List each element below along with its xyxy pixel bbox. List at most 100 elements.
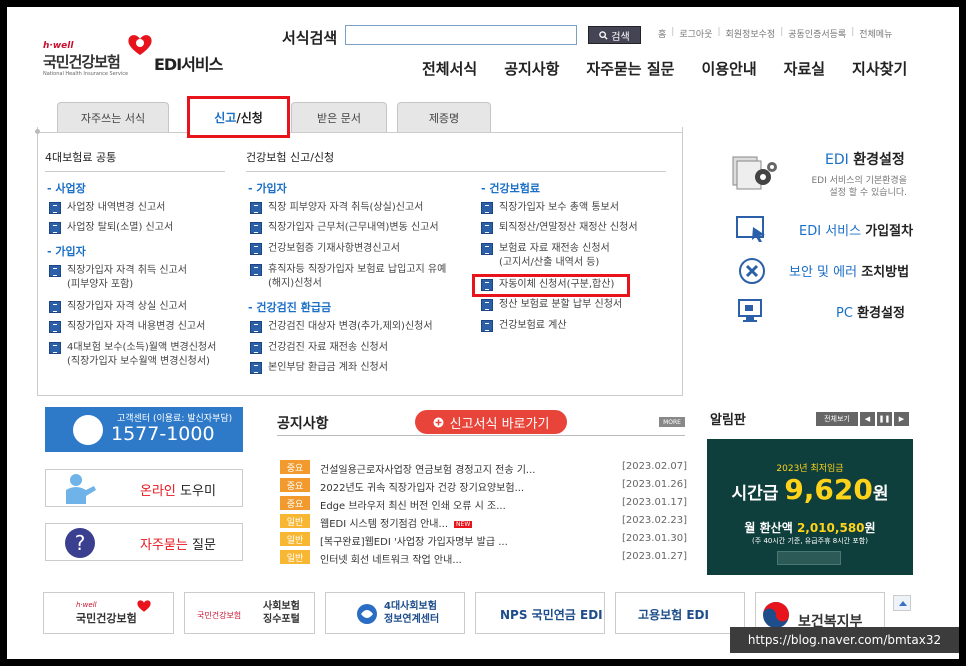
document-icon	[481, 320, 493, 332]
form-link[interactable]: 직장가입자 자격 상실 신고서	[49, 300, 187, 314]
search-icon	[599, 30, 608, 40]
form-link[interactable]: 직장가입자 보수 총액 통보서	[481, 201, 619, 215]
notice-row[interactable]: 중요 건설일용근로자사업장 연금보험 경정고지 전송 기... [2023.02.0…	[280, 459, 687, 477]
helper-person-icon	[66, 474, 96, 504]
minimum-wage-banner[interactable]: 2023년 최저임금 시간급 9,620원 월 환산액 2,010,580원 (…	[707, 439, 913, 575]
notice-row-title: Edge 브라우저 최신 버전 인쇄 오류 시 조...	[320, 501, 506, 512]
banner-nps-edi[interactable]: NPS 국민연금 EDI	[475, 592, 605, 634]
form-link[interactable]: 건강검진 자료 재전송 신청서	[250, 341, 388, 355]
notice-badge: 일반	[280, 514, 310, 528]
next-icon[interactable]: ▶	[894, 412, 909, 426]
form-link[interactable]: 직장가입자 자격 내용변경 신고서	[49, 320, 205, 334]
form-link[interactable]: 보험료 자료 재전송 신청서 (고지서/산출 내역서 등)	[481, 242, 610, 270]
util-link-home[interactable]: 홈	[653, 27, 671, 40]
wage-hourly-prefix: 시간급	[731, 484, 779, 504]
faq-label: 자주묻는 질문	[140, 534, 216, 553]
form-link-label: 4대보험 보수(소득)월액 변경신청서 (직장가입자 보수월액 변경신청서)	[67, 342, 217, 367]
pause-icon[interactable]: ❚❚	[877, 412, 892, 426]
form-link[interactable]: 본인부담 환급금 계좌 신청서	[250, 361, 388, 375]
banner-nhis-label: 국민건강보험	[76, 612, 137, 625]
notice-row[interactable]: 중요 Edge 브라우저 최신 버전 인쇄 오류 시 조... [2023.01.1…	[280, 495, 687, 513]
tab-report-apply[interactable]: 신고/신청	[187, 96, 290, 138]
nav-library[interactable]: 자료실	[784, 58, 825, 79]
signup-procedure-rest: 가입절차	[865, 224, 914, 239]
faq-rest: 질문	[191, 538, 216, 553]
form-link[interactable]: 휴직자등 직장가입자 보험료 납입고지 유예 (해지)신청서	[250, 263, 446, 291]
nav-notices[interactable]: 공지사항	[504, 58, 559, 79]
online-help-button[interactable]: 온라인 도우미	[45, 469, 243, 507]
highlight-box	[472, 274, 630, 297]
alarm-view-all-button[interactable]: 전체보기	[816, 412, 858, 426]
nhis-logo[interactable]: h·well 국민건강보험 National Health Insurance …	[43, 33, 153, 83]
form-link[interactable]: 직장가입자 근무처(근무내역)변동 신고서	[250, 221, 439, 235]
security-error-link[interactable]: 보안 및 에러 조치방법	[789, 261, 909, 280]
util-link-cert-register[interactable]: 공동인증서등록	[783, 27, 851, 40]
4insurance-logo-icon	[357, 604, 377, 624]
banner-4insurance[interactable]: 4대사회보험 정보연계센터	[325, 592, 465, 634]
nav-faq[interactable]: 자주묻는 질문	[586, 58, 674, 79]
notice-row[interactable]: 일반 [복구완료]웹EDI '사업장 가입자명부 발급 ... [2023.01.3…	[280, 531, 687, 549]
form-link-label: 건강검진 자료 재전송 신청서	[268, 342, 388, 353]
form-link[interactable]: 정산 보험료 분할 납부 신청서	[481, 298, 622, 312]
notice-row[interactable]: 일반 웹EDI 시스템 정기점검 안내... NEW [2023.02.23]	[280, 513, 687, 531]
search-button[interactable]: 검색	[588, 26, 641, 44]
document-icon	[250, 202, 262, 214]
nav-all-forms[interactable]: 전체서식	[422, 58, 477, 79]
document-icon	[481, 222, 493, 234]
edi-env-settings-link[interactable]: EDI 환경설정	[825, 149, 905, 169]
util-link-member-edit[interactable]: 회원정보수정	[721, 27, 781, 40]
banner-employment-edi[interactable]: 고용보험 EDI	[615, 592, 745, 634]
prev-icon[interactable]: ◀	[860, 412, 875, 426]
scroll-up-button[interactable]	[893, 595, 911, 611]
tab-frequent-forms[interactable]: 자주쓰는 서식	[57, 102, 169, 132]
banner-nhis-hwell: h·well	[76, 601, 97, 609]
form-link-label: 건강보험료 계산	[499, 320, 567, 331]
report-forms-shortcut-label: 신고서식 바로가기	[449, 416, 550, 432]
form-link[interactable]: 퇴직정산/연말정산 재정산 신청서	[481, 221, 638, 235]
wage-hourly-value: 9,620	[784, 473, 873, 506]
form-link[interactable]: 건강보험증 기재사항변경신고서	[250, 242, 400, 256]
form-link[interactable]: 직장가입자 자격 취득 신고서 (피부양자 포함)	[49, 264, 187, 292]
tab-bar-dot	[35, 129, 40, 134]
section-workplace: - 사업장	[47, 182, 86, 195]
online-help-rest: 도우미	[180, 484, 216, 499]
signup-procedure-link[interactable]: EDI 서비스 가입절차	[799, 220, 913, 239]
form-link[interactable]: 사업장 탈퇴(소멸) 신고서	[49, 221, 173, 235]
search-input[interactable]	[345, 25, 577, 45]
nav-branch-finder[interactable]: 지사찾기	[852, 58, 907, 79]
report-forms-shortcut-button[interactable]: 신고서식 바로가기	[415, 410, 567, 434]
banner-nhis[interactable]: h·well 국민건강보험	[43, 592, 174, 634]
document-icon	[250, 243, 262, 255]
main-navigation: 전체서식 공지사항 자주묻는 질문 이용안내 자료실 지사찾기	[422, 58, 934, 79]
document-icon	[250, 264, 262, 276]
document-icon	[49, 301, 61, 313]
faq-button[interactable]: ? 자주묻는 질문	[45, 523, 243, 561]
form-link[interactable]: 건강보험료 계산	[481, 319, 567, 333]
tab-received-docs[interactable]: 받은 문서	[291, 102, 387, 132]
form-link[interactable]: 건강검진 대상자 변경(추가,제외)신청서	[250, 320, 433, 334]
form-link[interactable]: 사업장 내역변경 신고서	[49, 201, 165, 215]
notice-more-button[interactable]: MORE	[659, 417, 685, 427]
notice-row-title-text: 웹EDI 시스템 정기점검 안내...	[320, 519, 449, 530]
notice-row[interactable]: 일반 인터넷 회선 네트워크 작업 안내... [2023.01.27]	[280, 549, 687, 567]
section-checkup-refund: - 건강검진 환급금	[248, 301, 332, 314]
util-link-logout[interactable]: 로그아웃	[674, 27, 717, 40]
tab-report-apply-suffix: /신청	[236, 110, 263, 125]
pc-env-link[interactable]: PC 환경설정	[836, 302, 905, 321]
nav-guide[interactable]: 이용안내	[701, 58, 756, 79]
notice-row-date: [2023.01.17]	[621, 497, 687, 508]
notice-badge: 중요	[280, 496, 310, 510]
util-link-all-menu[interactable]: 전체메뉴	[854, 27, 897, 40]
banner-collection-portal[interactable]: 국민건강보험 사회보험 징수포털	[184, 592, 315, 634]
edi-env-settings-blue: EDI	[825, 152, 849, 168]
call-center-banner[interactable]: 고객센터 (이용료: 발신자부담) 1577-1000	[45, 407, 243, 452]
section-subscriber: - 가입자	[47, 245, 86, 258]
col-title-common: 4대보험료 공통	[45, 151, 117, 164]
form-link-label: 보험료 자료 재전송 신청서 (고지서/산출 내역서 등)	[499, 243, 610, 268]
faq-red: 자주묻는	[140, 538, 188, 553]
form-link[interactable]: 4대보험 보수(소득)월액 변경신청서 (직장가입자 보수월액 변경신청서)	[49, 341, 216, 369]
tab-certificates[interactable]: 제증명	[397, 102, 491, 132]
form-link[interactable]: 직장 피부양자 자격 취득(상실)신고서	[250, 201, 423, 215]
document-icon	[49, 321, 61, 333]
notice-row[interactable]: 중요 2022년도 귀속 직장가입자 건강 장기요양보험... [2023.01.2…	[280, 477, 687, 495]
